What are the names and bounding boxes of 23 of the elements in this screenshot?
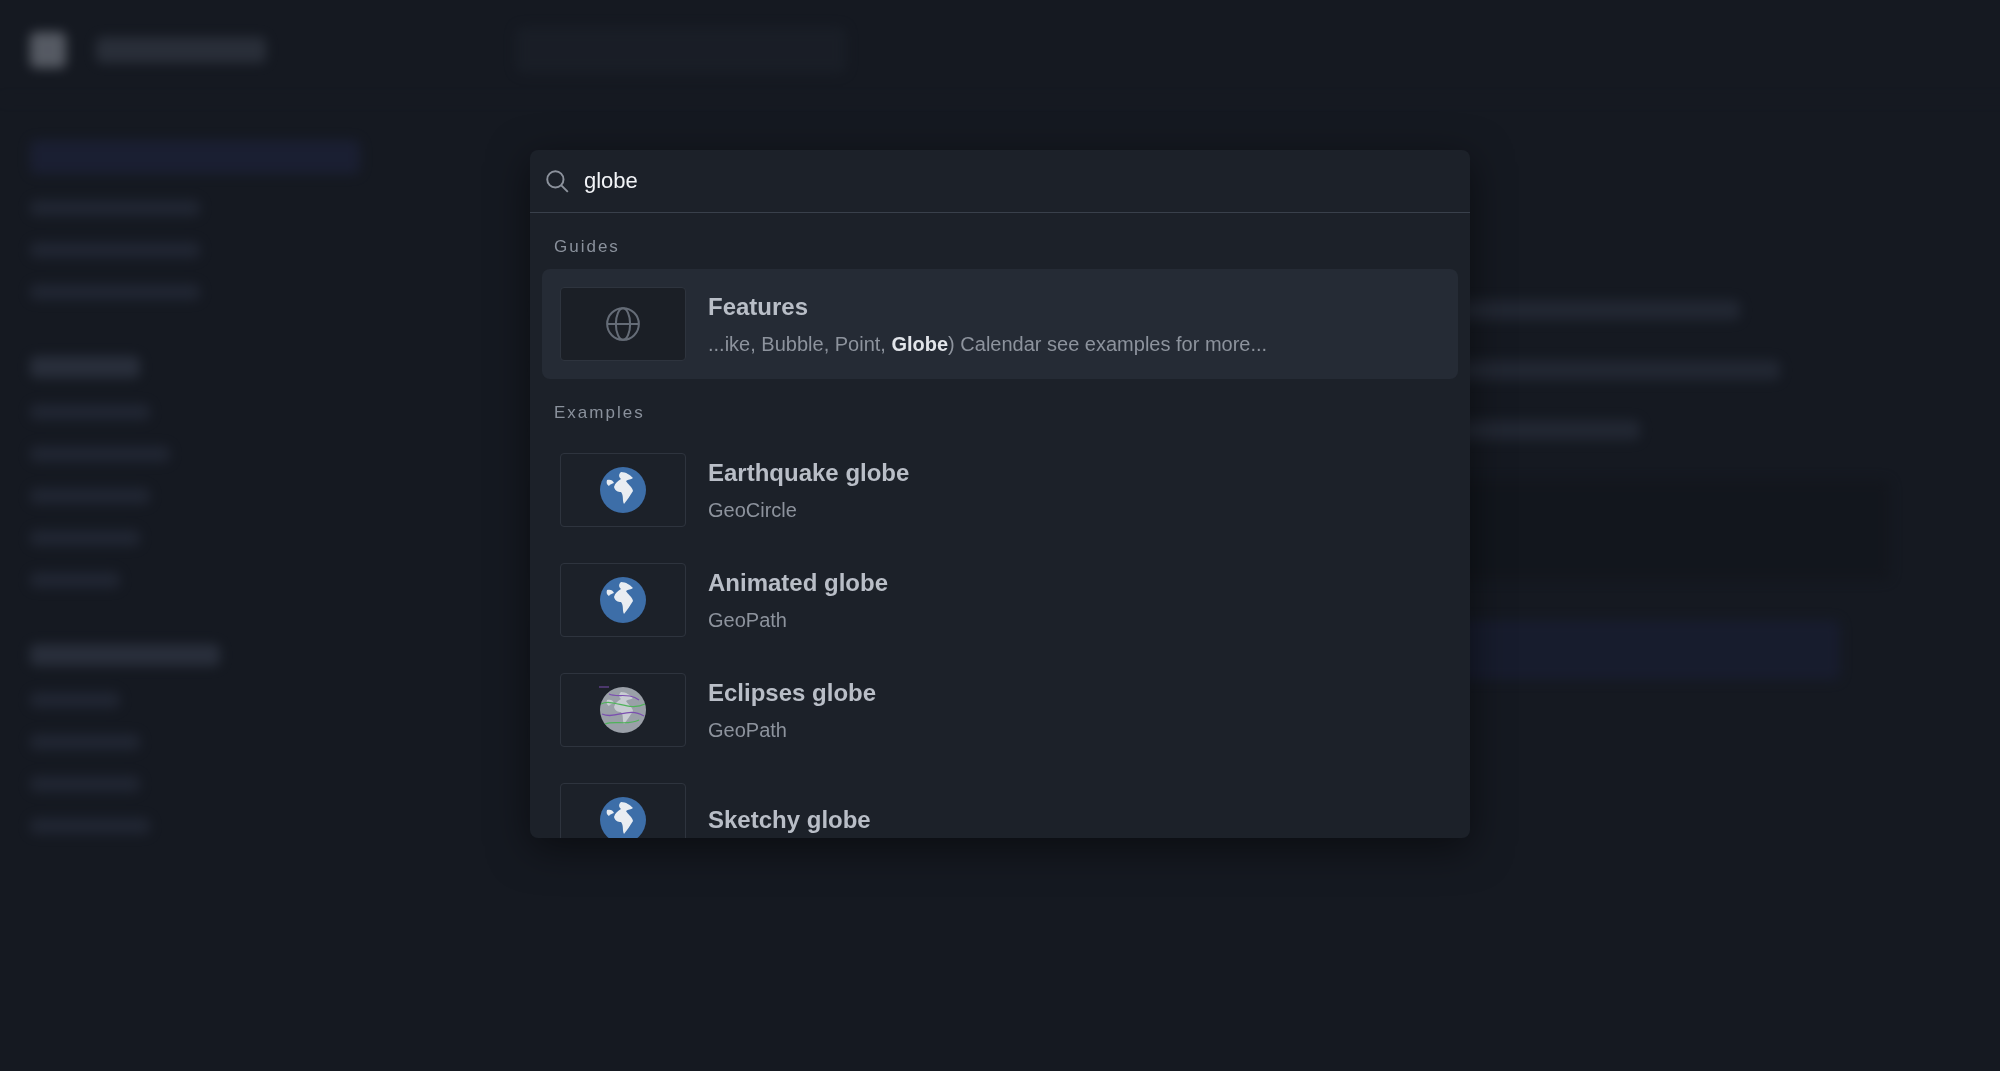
group-heading: Examples (553, 402, 646, 424)
search-result[interactable]: Eclipses globe GeoPath (542, 655, 1458, 765)
search-input[interactable]: globe (584, 162, 1456, 200)
result-title: Eclipses globe (708, 678, 877, 707)
globe-drawing (599, 796, 647, 838)
search-result[interactable]: Animated globe GeoPath (542, 545, 1458, 655)
search-result[interactable]: Earthquake globe GeoCircle (542, 435, 1458, 545)
result-subtitle: GeoCircle (708, 498, 798, 522)
result-excerpt: ...ike, Bubble, Point, Globe) Calendar see examples for more... (708, 332, 1268, 356)
globe-icon (604, 305, 642, 343)
result-subtitle: GeoPath (708, 718, 788, 742)
result-title: Sketchy globe (708, 806, 871, 834)
result-title: Earthquake globe (708, 458, 910, 487)
globe-drawing (599, 576, 647, 624)
globe-drawing (599, 466, 647, 514)
result-subtitle: GeoPath (708, 608, 788, 632)
result-title: Features (708, 292, 810, 321)
search-result[interactable]: Sketchy globe (542, 765, 1458, 838)
result-title: Animated globe (708, 568, 888, 597)
search-result[interactable]: Features ...ike, Bubble, Point, Globe) Calendar see examples for more... (542, 269, 1458, 379)
group-heading: Guides (553, 236, 621, 258)
globe-drawing (599, 686, 647, 734)
search-icon (544, 168, 570, 194)
